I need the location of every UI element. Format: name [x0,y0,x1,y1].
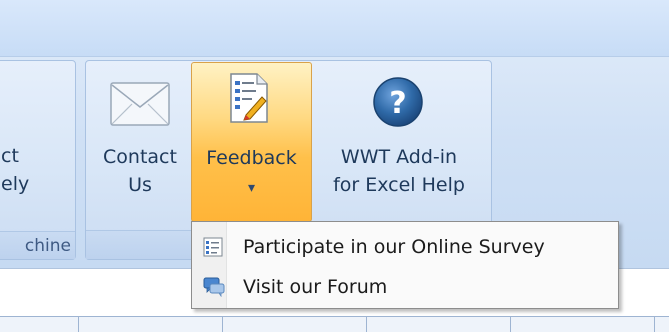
partial-button-label-1: ct [1,145,19,167]
feedback-form-icon [230,73,268,123]
feedback-dropdown-menu: Participate in our Online Survey Visit o… [191,221,619,309]
column-divider [78,317,79,332]
column-divider [654,317,655,332]
contact-us-label-line1: Contact [103,146,177,168]
feedback-button[interactable]: Feedback ▾ [191,62,312,222]
partial-button-label-2: ely [1,173,30,195]
help-icon-glyph: ? [389,86,406,121]
column-divider [222,317,223,332]
survey-list-icon [203,237,223,257]
forum-chat-icon [203,277,225,297]
menu-item-label: Visit our Forum [243,276,388,298]
wwt-help-label-line1: WWT Add-in [340,146,458,168]
contact-us-label-line2: Us [128,174,152,196]
column-divider [366,317,367,332]
envelope-icon [110,82,170,126]
window-title-bar [0,0,669,56]
ribbon-group-label: chine [0,231,75,259]
chevron-down-icon: ▾ [247,180,256,196]
wwt-help-label-line2: for Excel Help [333,174,465,196]
feedback-label: Feedback [206,147,297,169]
menu-item-visit-forum[interactable]: Visit our Forum [193,268,617,306]
menu-item-label: Participate in our Online Survey [243,236,545,258]
ribbon-group-partial: ct ely chine [0,60,76,260]
menu-item-online-survey[interactable]: Participate in our Online Survey [193,228,617,266]
help-icon: ? [373,77,423,127]
column-divider [510,317,511,332]
contact-us-button[interactable]: Contact Us [92,62,188,222]
spreadsheet-header-row [0,316,669,332]
wwt-help-button[interactable]: ? WWT Add-in for Excel Help [314,62,484,222]
